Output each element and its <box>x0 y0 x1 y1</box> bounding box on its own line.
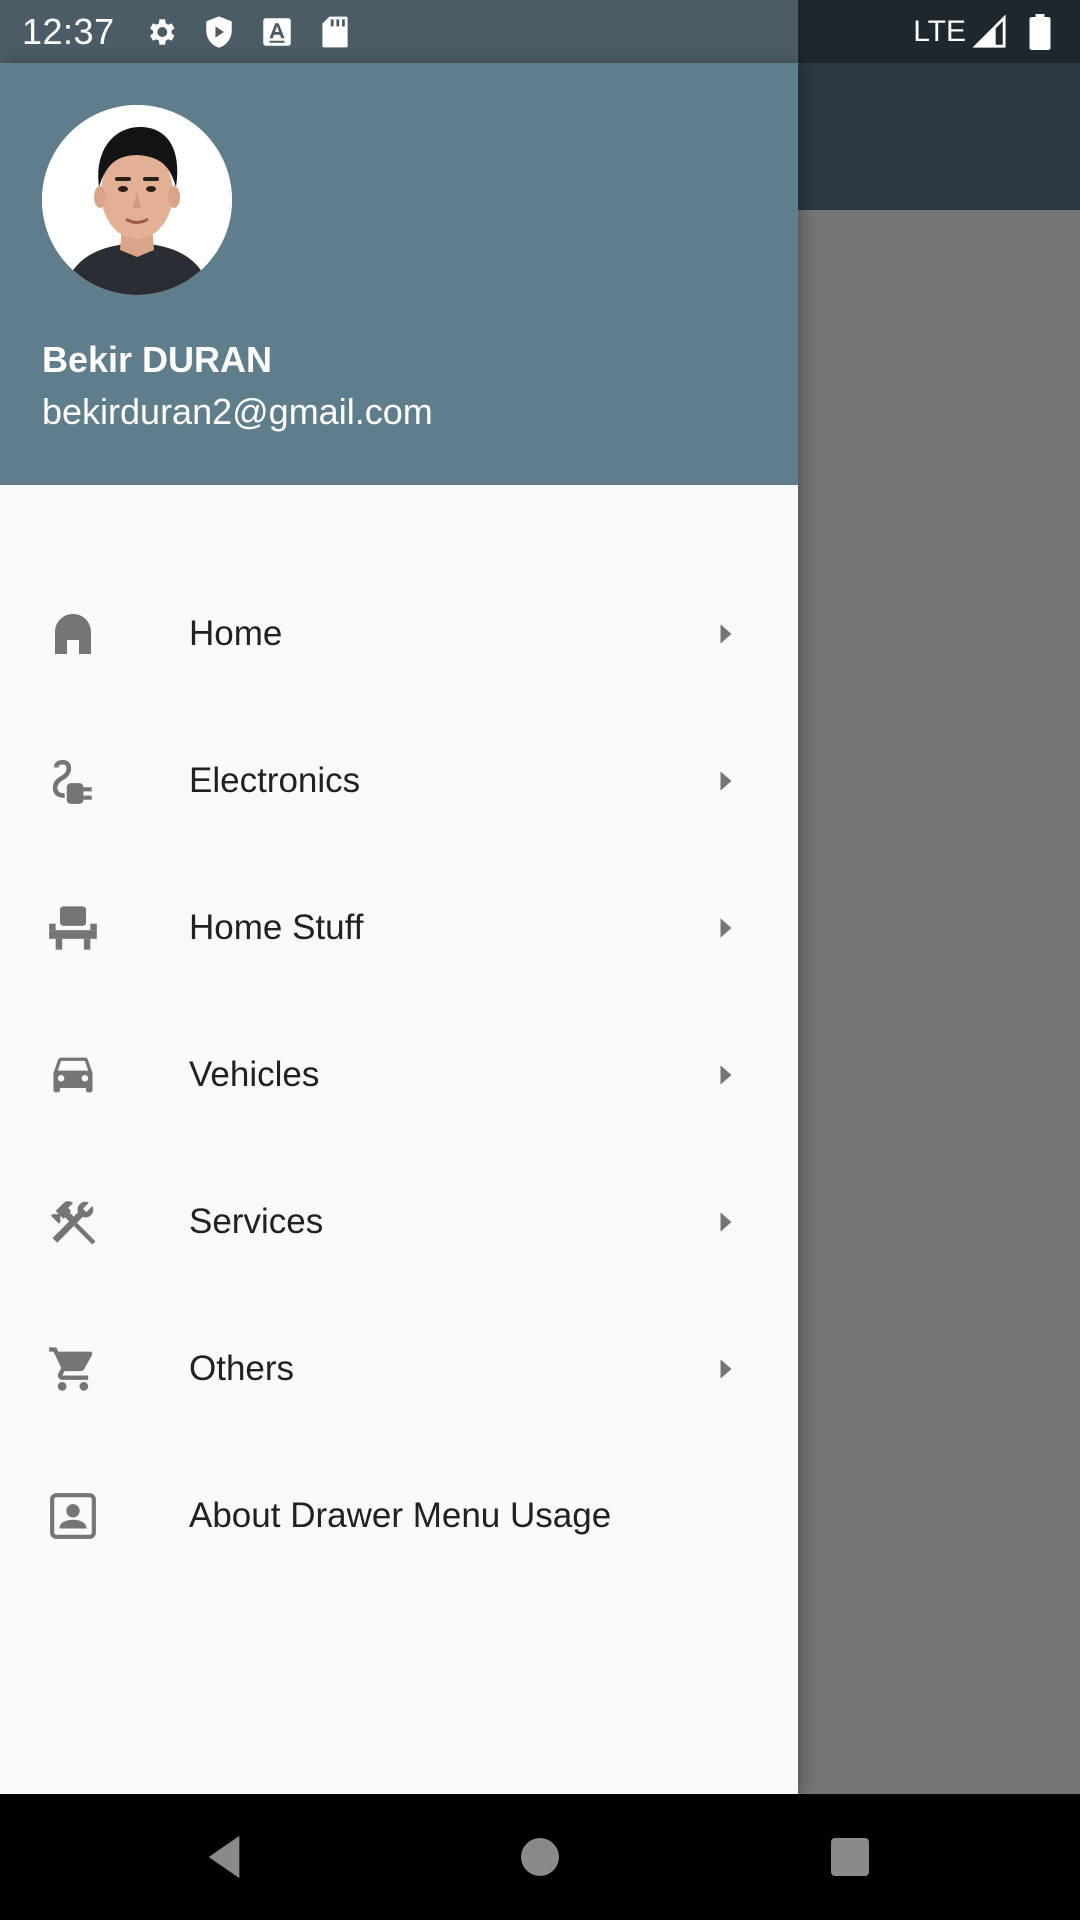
battery-icon <box>1022 13 1058 50</box>
user-name: Bekir DURAN <box>42 339 273 380</box>
chair-icon <box>46 901 100 955</box>
menu-item-label: Services <box>189 1201 324 1241</box>
chevron-right-icon <box>716 769 736 793</box>
menu-item-label: Home Stuff <box>189 907 364 947</box>
system-navigation-bar <box>0 1794 1080 1920</box>
network-type: LTE <box>913 14 966 48</box>
menu-item-vehicles[interactable]: Vehicles <box>0 1001 798 1148</box>
menu-item-about[interactable]: About Drawer Menu Usage <box>0 1442 798 1589</box>
menu-item-label: Others <box>189 1348 295 1388</box>
navigation-drawer: Bekir DURAN bekirduran2@gmail.com Home E… <box>0 63 798 1794</box>
menu-item-label: Home <box>189 613 283 653</box>
back-button[interactable] <box>164 1794 284 1920</box>
chevron-right-icon <box>716 1210 736 1234</box>
home-icon <box>46 607 100 661</box>
menu-item-others[interactable]: Others <box>0 1295 798 1442</box>
menu-item-home[interactable]: Home <box>0 560 798 707</box>
home-button[interactable] <box>480 1794 600 1920</box>
power-plug-icon <box>46 754 100 808</box>
screen: 12:37 LTE Bekir DURAN bekirduran2@gmail.… <box>0 0 1080 1920</box>
sd-card-icon <box>317 14 353 50</box>
status-clock: 12:37 <box>22 10 115 52</box>
font-icon <box>259 14 295 50</box>
signal-icon <box>972 14 1008 50</box>
menu-item-electronics[interactable]: Electronics <box>0 707 798 854</box>
menu-item-label: Electronics <box>189 760 361 800</box>
cart-icon <box>46 1342 100 1396</box>
status-bar: 12:37 LTE <box>0 0 1080 63</box>
shield-icon <box>201 14 237 50</box>
chevron-right-icon <box>716 622 736 646</box>
drawer-menu: Home Electronics Home Stuff Vehicles Ser… <box>0 560 798 1589</box>
menu-item-home-stuff[interactable]: Home Stuff <box>0 854 798 1001</box>
chevron-right-icon <box>716 916 736 940</box>
chevron-right-icon <box>716 1063 736 1087</box>
avatar[interactable] <box>42 105 232 295</box>
user-email: bekirduran2@gmail.com <box>42 391 433 432</box>
menu-item-label: Vehicles <box>189 1054 320 1094</box>
status-bar-right: LTE <box>798 0 1080 63</box>
status-bar-left: 12:37 <box>0 0 798 63</box>
car-icon <box>46 1048 100 1102</box>
chevron-right-icon <box>716 1357 736 1381</box>
recents-button[interactable] <box>790 1794 910 1920</box>
tools-icon <box>46 1195 100 1249</box>
contact-icon <box>46 1489 100 1543</box>
menu-item-label: About Drawer Menu Usage <box>189 1495 612 1535</box>
drawer-header: Bekir DURAN bekirduran2@gmail.com <box>0 63 798 485</box>
menu-item-services[interactable]: Services <box>0 1148 798 1295</box>
settings-icon <box>143 14 179 50</box>
